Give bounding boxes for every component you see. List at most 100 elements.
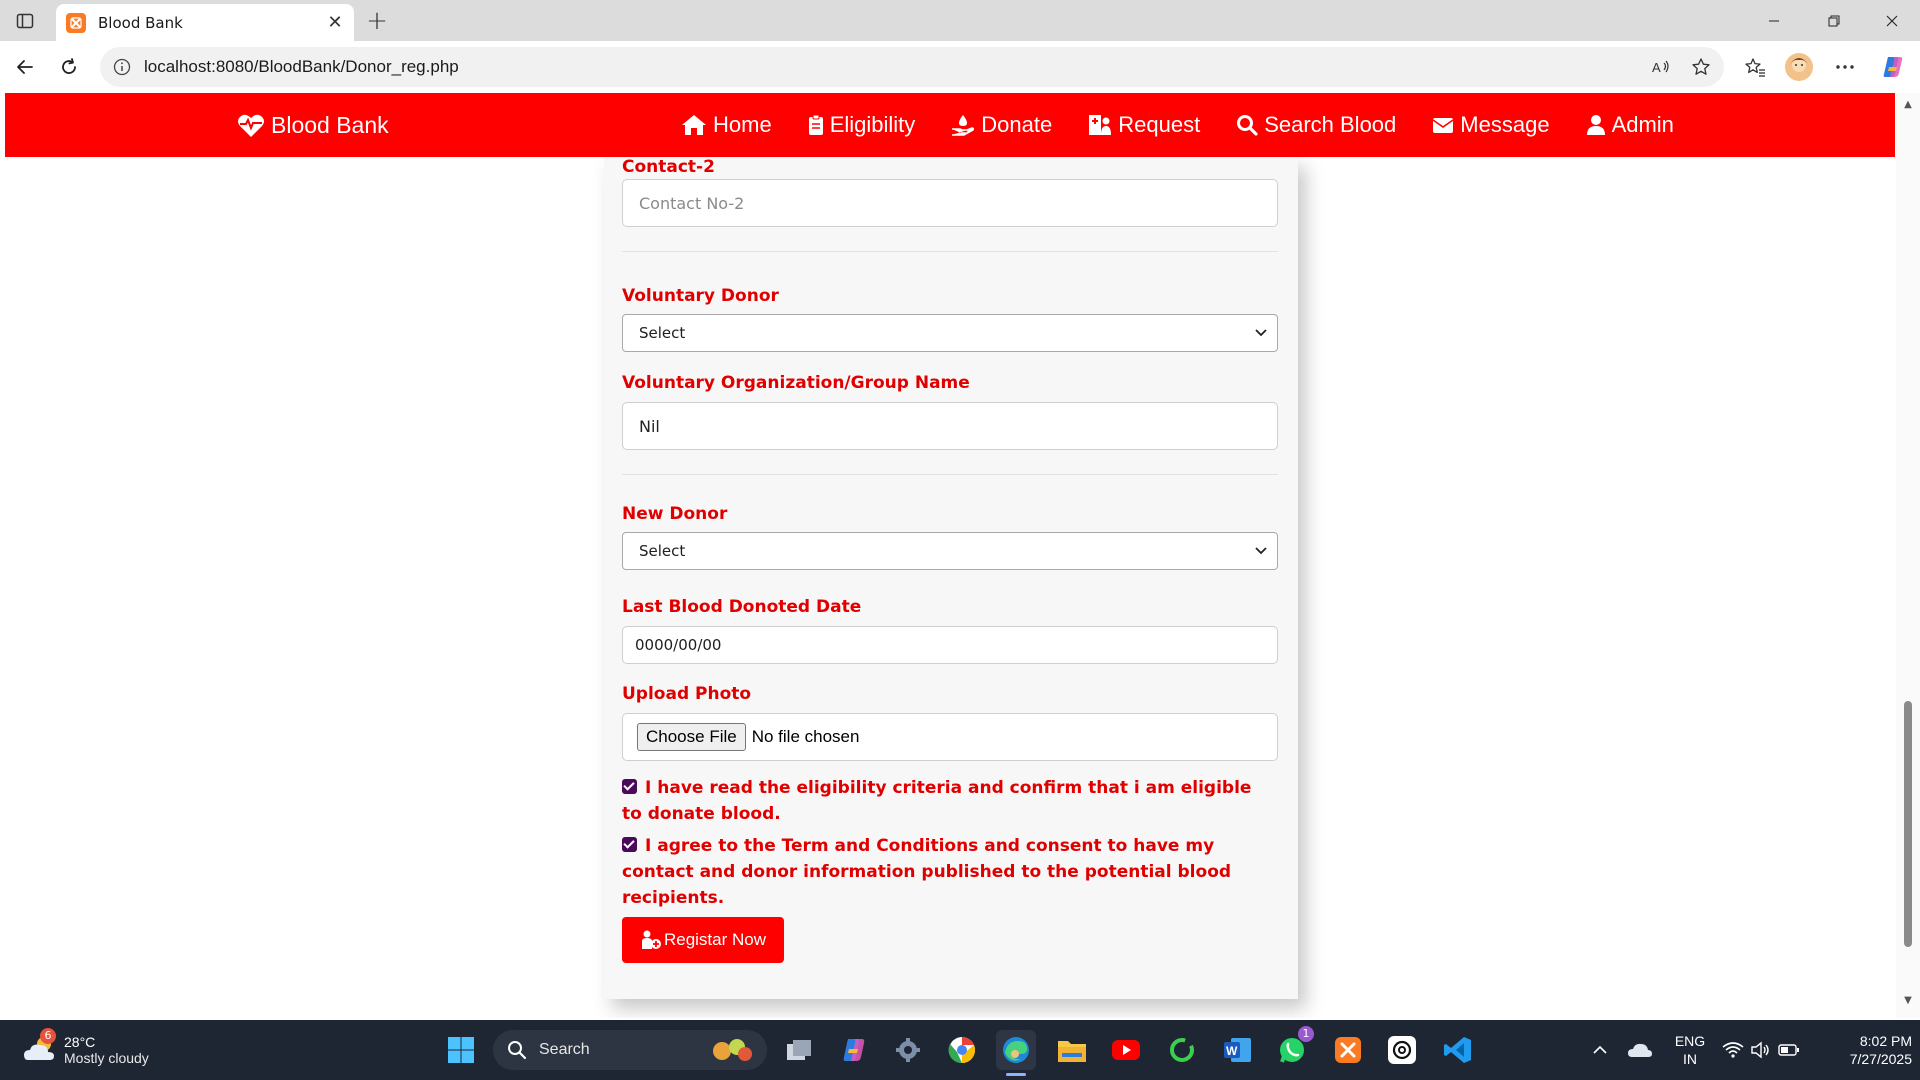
close-window-icon[interactable] [1864, 0, 1920, 41]
whatsapp-icon[interactable]: 1 [1272, 1026, 1314, 1070]
section-divider [622, 251, 1278, 252]
nav-request[interactable]: Request [1088, 112, 1200, 138]
upload-photo-input: Choose File No file chosen [622, 713, 1278, 761]
nav-eligibility[interactable]: Eligibility [808, 112, 915, 138]
clock-time: 8:02 PM [1859, 1033, 1912, 1049]
battery-icon [1778, 1044, 1799, 1056]
scroll-down-icon[interactable]: ▼ [1902, 995, 1914, 1007]
scroll-thumb[interactable] [1904, 701, 1912, 947]
show-hidden-icons-chevron-icon[interactable] [1580, 1030, 1620, 1070]
more-options-icon[interactable] [1828, 50, 1862, 84]
favorite-star-icon[interactable] [1684, 50, 1718, 84]
copilot-app-icon[interactable] [834, 1030, 874, 1070]
terms-check-row: I agree to the Term and Conditions and c… [622, 833, 1272, 911]
settings-gear-icon[interactable] [888, 1030, 928, 1070]
page-viewport: Blood Bank Home Eligibility Donate Reque… [0, 93, 1920, 1018]
xampp-favicon-icon [66, 12, 86, 33]
donor-registration-form: Contact-2 Contact No-2 Voluntary Donor S… [604, 157, 1298, 999]
contact2-label: Contact-2 [622, 157, 715, 177]
restore-icon[interactable] [1806, 0, 1862, 41]
scroll-up-icon[interactable]: ▲ [1902, 99, 1914, 111]
taskbar-search-label: Search [539, 1041, 590, 1058]
xampp-icon[interactable] [1328, 1030, 1368, 1070]
weather-desc: Mostly cloudy [64, 1050, 149, 1066]
terms-checkbox[interactable] [622, 837, 637, 852]
register-now-button[interactable]: Registar Now [622, 917, 784, 963]
language-indicator[interactable]: ENG IN [1668, 1032, 1712, 1068]
nav-donate-label: Donate [981, 112, 1053, 137]
google-chrome-icon[interactable] [942, 1030, 982, 1070]
file-explorer-icon[interactable] [1052, 1030, 1092, 1070]
contact2-input[interactable]: Contact No-2 [622, 179, 1278, 227]
system-tray-status[interactable] [1716, 1030, 1806, 1070]
new-donor-label: New Donor [622, 504, 728, 524]
taskbar-search[interactable]: Search [493, 1030, 767, 1070]
copilot-icon[interactable] [1876, 50, 1910, 84]
voluntary-org-value: Nil [639, 416, 660, 436]
nav-donate[interactable]: Donate [951, 112, 1052, 138]
upload-photo-label: Upload Photo [622, 684, 752, 704]
wifi-icon [1722, 1042, 1744, 1058]
voluntary-org-input[interactable]: Nil [622, 402, 1278, 450]
sidebar-toggle-icon[interactable] [12, 8, 38, 34]
onedrive-cloud-icon[interactable] [1620, 1030, 1660, 1070]
browser-tab-active[interactable]: Blood Bank ✕ [56, 4, 354, 41]
address-bar[interactable]: localhost:8080/BloodBank/Donor_reg.php A [100, 47, 1724, 87]
user-icon [1586, 115, 1605, 135]
new-donor-select[interactable]: Select [622, 532, 1278, 570]
svg-text:W: W [1226, 1044, 1238, 1058]
tab-title: Blood Bank [98, 13, 183, 32]
windows-start-icon[interactable] [441, 1030, 481, 1070]
youtube-icon[interactable] [1106, 1030, 1146, 1070]
windows-taskbar: 6 28°C Mostly cloudy Search W 1 ENG IN 8… [0, 1020, 1920, 1080]
nav-request-label: Request [1118, 112, 1201, 137]
task-view-icon[interactable] [779, 1030, 819, 1070]
tab-close-icon[interactable]: ✕ [322, 10, 348, 36]
new-tab-icon[interactable]: + [362, 6, 392, 36]
profile-avatar-icon[interactable] [1782, 50, 1816, 84]
chevron-down-icon [1255, 547, 1267, 555]
voluntary-donor-value: Select [639, 324, 686, 342]
choose-file-button[interactable]: Choose File [637, 723, 746, 751]
nav-admin[interactable]: Admin [1586, 112, 1674, 138]
word-icon[interactable]: W [1218, 1030, 1258, 1070]
hand-donate-icon [952, 115, 975, 136]
green-ring-app-icon[interactable] [1162, 1030, 1202, 1070]
weather-temp: 28°C [64, 1034, 96, 1050]
vscode-icon[interactable] [1438, 1030, 1478, 1070]
edge-browser-icon[interactable] [996, 1030, 1036, 1076]
refresh-icon[interactable] [52, 50, 86, 84]
nav-search-blood[interactable]: Search Blood [1236, 112, 1396, 138]
section-divider [622, 474, 1278, 475]
last-donated-input[interactable]: 0000/00/00 [622, 626, 1278, 664]
browser-toolbar: localhost:8080/BloodBank/Donor_reg.php A [0, 41, 1920, 93]
minimize-icon[interactable] [1746, 0, 1802, 41]
nav-search-blood-label: Search Blood [1264, 112, 1397, 137]
site-info-icon[interactable] [112, 57, 132, 77]
register-now-label: Registar Now [663, 930, 767, 949]
last-donated-value: 0000/00/00 [635, 636, 722, 654]
brand-label: Blood Bank [271, 111, 389, 138]
nav-admin-label: Admin [1611, 112, 1674, 137]
page-scrollbar[interactable]: ▲ ▼ [1896, 93, 1920, 1018]
clipboard-icon [808, 114, 823, 135]
nav-message[interactable]: Message [1432, 112, 1550, 138]
eligibility-checkbox[interactable] [622, 779, 637, 794]
nav-home[interactable]: Home [681, 112, 772, 138]
favorites-icon[interactable] [1738, 50, 1772, 84]
voluntary-org-label: Voluntary Organization/Group Name [622, 373, 970, 393]
nav-message-label: Message [1460, 112, 1550, 137]
read-aloud-icon[interactable]: A [1644, 50, 1678, 84]
voluntary-donor-label: Voluntary Donor [622, 286, 779, 306]
contact2-placeholder: Contact No-2 [639, 193, 745, 213]
voluntary-donor-select[interactable]: Select [622, 314, 1278, 352]
clock[interactable]: 8:02 PM 7/27/2025 [1808, 1032, 1912, 1068]
user-plus-icon [641, 930, 661, 949]
site-brand[interactable]: Blood Bank [237, 93, 389, 157]
new-donor-value: Select [639, 542, 686, 560]
back-arrow-icon[interactable] [8, 50, 42, 84]
svg-text:A: A [1652, 60, 1661, 75]
weather-widget[interactable]: 6 28°C Mostly cloudy [20, 1028, 220, 1072]
volume-icon [1751, 1041, 1769, 1059]
chatgpt-icon[interactable] [1382, 1030, 1422, 1070]
